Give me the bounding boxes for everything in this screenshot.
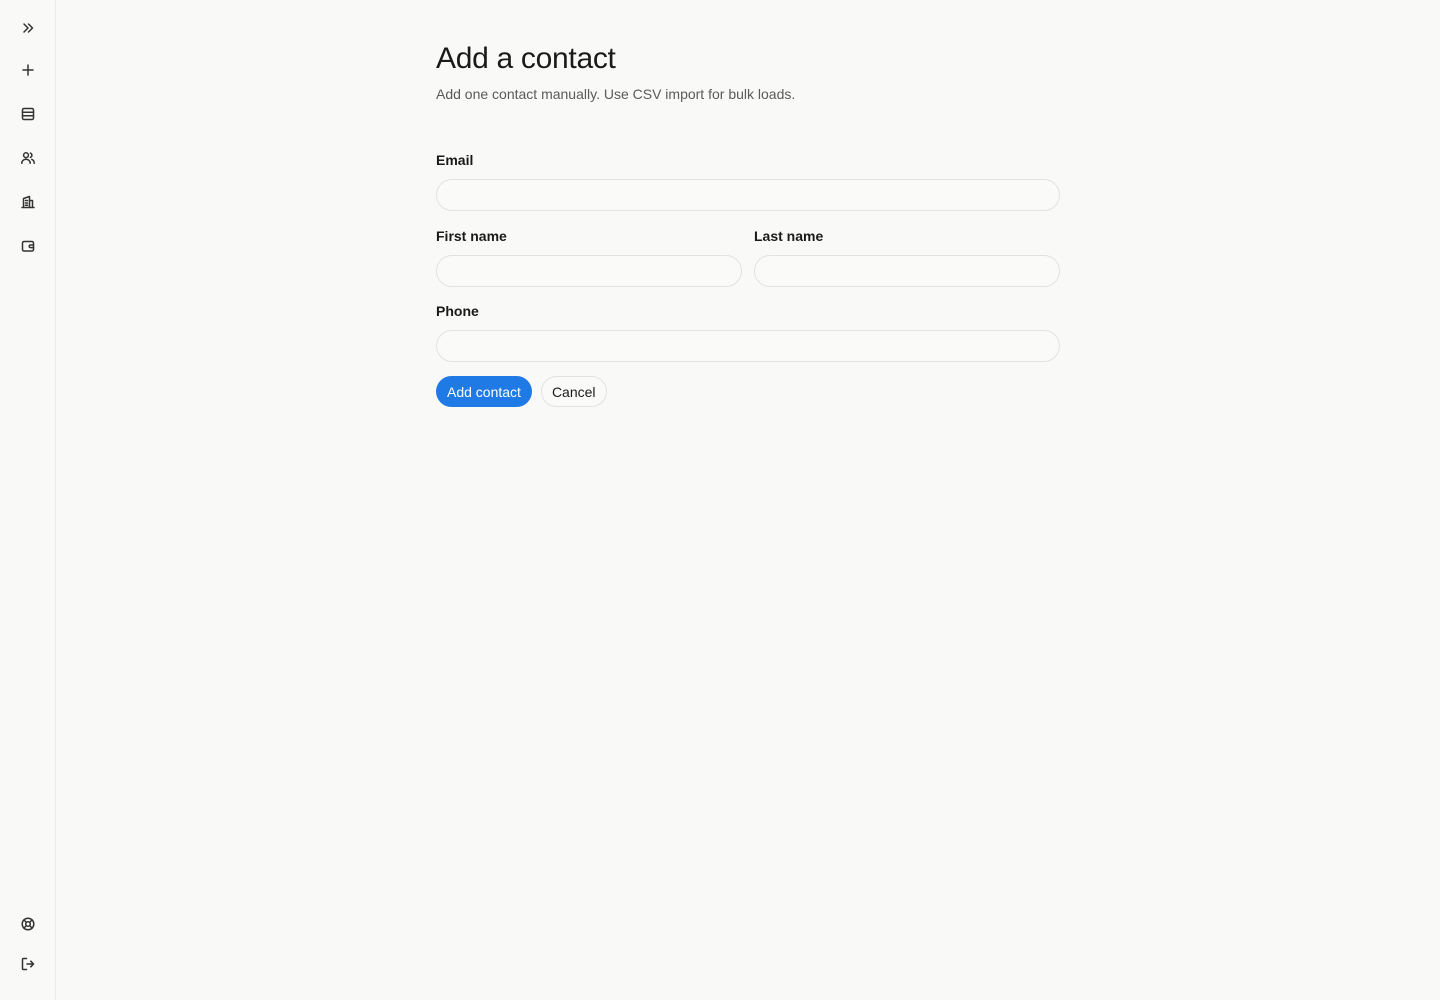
email-input[interactable] bbox=[436, 179, 1060, 211]
page-title: Add a contact bbox=[436, 42, 616, 75]
expand-sidebar-button[interactable] bbox=[14, 14, 42, 42]
sidebar-item-companies[interactable] bbox=[14, 188, 42, 216]
page-subtitle: Add one contact manually. Use CSV import… bbox=[436, 86, 796, 102]
wallet-icon bbox=[21, 240, 35, 252]
main-content: Add a contact Add one contact manually. … bbox=[56, 0, 1440, 1000]
help-button[interactable] bbox=[14, 910, 42, 938]
sidebar-item-lists[interactable] bbox=[14, 100, 42, 128]
sidebar-item-contacts[interactable] bbox=[14, 144, 42, 172]
first-name-field-group: First name bbox=[436, 227, 742, 287]
sidebar-item-wallet[interactable] bbox=[14, 232, 42, 260]
new-button[interactable] bbox=[14, 56, 42, 84]
cancel-button[interactable]: Cancel bbox=[540, 376, 607, 407]
email-field-group: Email bbox=[436, 151, 1060, 211]
users-icon bbox=[21, 152, 35, 164]
first-name-input[interactable] bbox=[436, 255, 742, 287]
form-actions: Add contact Cancel bbox=[436, 376, 607, 407]
table-icon bbox=[21, 107, 35, 121]
first-name-label: First name bbox=[436, 228, 507, 244]
phone-field-group: Phone bbox=[436, 302, 1060, 362]
phone-label: Phone bbox=[436, 303, 479, 319]
sidebar bbox=[0, 0, 56, 1000]
email-label: Email bbox=[436, 152, 474, 168]
last-name-input[interactable] bbox=[754, 255, 1060, 287]
chevrons-right-icon bbox=[23, 23, 34, 33]
last-name-label: Last name bbox=[754, 228, 824, 244]
logout-button[interactable] bbox=[14, 950, 42, 978]
add-contact-button[interactable]: Add contact bbox=[436, 376, 532, 407]
logout-icon bbox=[21, 957, 35, 971]
building-icon bbox=[21, 195, 35, 209]
app-root: Add a contact Add one contact manually. … bbox=[0, 0, 1440, 1000]
plus-icon bbox=[22, 64, 34, 76]
phone-input[interactable] bbox=[436, 330, 1060, 362]
add-contact-form: Add a contact Add one contact manually. … bbox=[436, 40, 1060, 407]
lifebuoy-icon bbox=[21, 917, 35, 931]
last-name-field-group: Last name bbox=[754, 227, 1060, 287]
